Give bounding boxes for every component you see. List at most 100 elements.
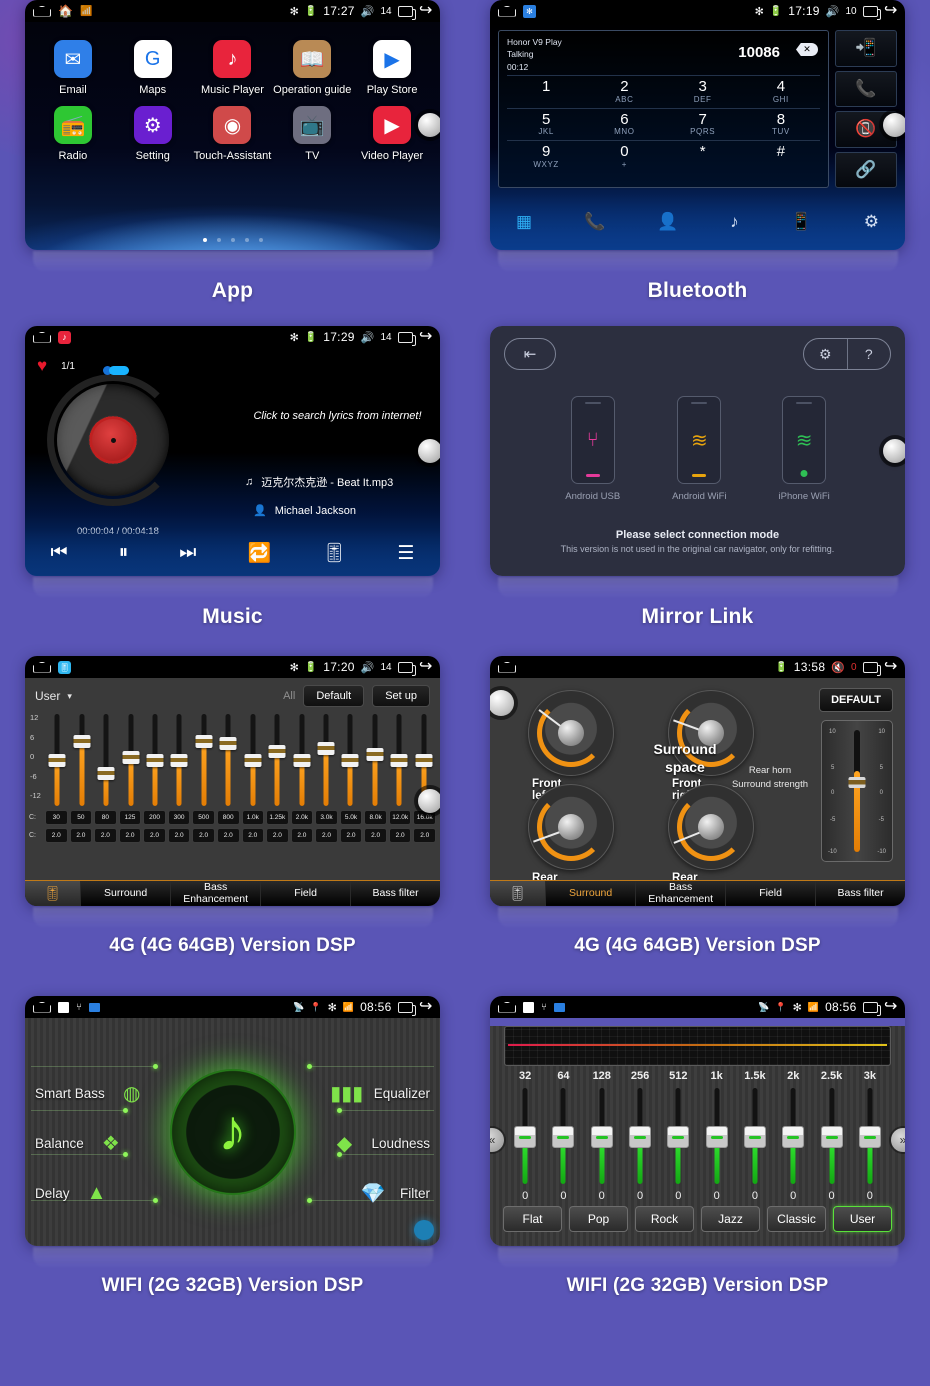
eq10-slider-64[interactable] xyxy=(544,1084,582,1190)
dialpad-key-0[interactable]: 0 + xyxy=(585,140,664,173)
dialpad-key-6[interactable]: 6 MNO xyxy=(585,107,664,141)
dialpad-key-9[interactable]: 9 WXYZ xyxy=(507,140,586,173)
tab-equalizer[interactable]: 🎚 xyxy=(25,881,82,906)
gain-chip[interactable]: 2.0 xyxy=(413,828,436,843)
screen-eq16[interactable]: 🎚 ✻ 🔋 17:20 🔊 14 ↩ User ▾ All Default Se… xyxy=(25,656,440,906)
page-dot[interactable] xyxy=(258,238,263,242)
eq-slider-5.0k[interactable] xyxy=(338,714,362,806)
eq10-slider-512[interactable] xyxy=(659,1084,697,1190)
eq-slider-1.25k[interactable] xyxy=(265,714,289,806)
back-icon[interactable]: ↩ xyxy=(884,998,897,1015)
preset-rock[interactable]: Rock xyxy=(635,1206,694,1232)
link-icon[interactable]: 🔗 xyxy=(835,151,897,188)
gain-chip[interactable]: 2.0 xyxy=(118,828,142,843)
frequency-chip[interactable]: 3.0k xyxy=(315,810,338,825)
eq-slider-12.0k[interactable] xyxy=(387,714,411,806)
tab-field[interactable]: Field xyxy=(261,881,352,906)
frequency-chip[interactable]: 80 xyxy=(94,810,117,825)
gain-chip[interactable]: 2.0 xyxy=(45,828,68,843)
gain-chip[interactable]: 2.0 xyxy=(192,828,215,843)
back-icon[interactable]: ↩ xyxy=(419,998,432,1015)
dialpad-key-1[interactable]: 1 xyxy=(507,74,586,108)
frequency-chip[interactable]: 30 xyxy=(45,810,68,825)
recents-icon[interactable] xyxy=(862,1001,881,1016)
eq-slider-30[interactable] xyxy=(45,714,69,806)
eq-slider-500[interactable] xyxy=(192,714,216,806)
next-button[interactable]: ⏭ xyxy=(179,542,196,564)
gain-chip[interactable]: 2.0 xyxy=(216,828,240,843)
dsp-item-delay[interactable]: Delay ▲ xyxy=(35,1178,114,1208)
recents-icon[interactable] xyxy=(397,1001,416,1016)
screen-bluetooth[interactable]: ✻ ✻ 🔋 17:19 🔊 10 ↩ Honor V9 Play Talking… xyxy=(490,0,905,250)
home-icon[interactable] xyxy=(33,5,51,17)
playlist-button[interactable]: ☰ xyxy=(397,542,414,565)
page-dot[interactable] xyxy=(216,238,221,242)
home-icon[interactable] xyxy=(33,661,51,673)
preset-selector[interactable]: User ▾ xyxy=(35,689,72,703)
sync-tab[interactable]: 📱 xyxy=(791,212,812,232)
frequency-chip[interactable]: 50 xyxy=(69,810,93,825)
dialpad-key-3[interactable]: 3 DEF xyxy=(663,74,742,108)
frequency-chip[interactable]: 5.0k xyxy=(339,810,363,825)
home-icon[interactable] xyxy=(498,5,516,17)
setup-button[interactable]: Set up xyxy=(372,685,430,707)
app-item-operation-guide[interactable]: 📖 Operation guide xyxy=(272,40,352,96)
home-icon[interactable] xyxy=(33,1001,51,1013)
app-item-touch-assistant[interactable]: ◉ Touch-Assistant xyxy=(193,106,273,162)
dsp-item-equalizer[interactable]: ▮▮▮ Equalizer xyxy=(330,1078,430,1108)
home-icon[interactable] xyxy=(498,661,516,673)
dsp-item-loudness[interactable]: ◆ Loudness xyxy=(327,1128,430,1158)
preset-classic[interactable]: Classic xyxy=(767,1206,826,1232)
contacts-tab[interactable]: 👤 xyxy=(657,212,678,232)
back-icon[interactable]: ↩ xyxy=(884,2,897,19)
dialpad-tab[interactable]: ▦ xyxy=(516,212,532,232)
frequency-chip[interactable]: 8.0k xyxy=(364,810,387,825)
mode-android-wifi[interactable]: ≋ Android WiFi xyxy=(672,396,727,502)
back-icon[interactable]: ↩ xyxy=(884,658,897,675)
dialpad-key-8[interactable]: 8 TUV xyxy=(741,107,820,141)
settings-tab[interactable]: ⚙ xyxy=(864,212,879,232)
previous-button[interactable]: ⏮ xyxy=(51,542,68,564)
gain-chip[interactable]: 2.0 xyxy=(69,828,93,843)
gain-chip[interactable]: 2.0 xyxy=(364,828,387,843)
dialpad-key-*[interactable]: * xyxy=(663,140,742,173)
dialpad-key-#[interactable]: # xyxy=(741,140,820,173)
eq-slider-200[interactable] xyxy=(143,714,167,806)
volume-knob[interactable] xyxy=(883,113,905,137)
eq-slider-125[interactable] xyxy=(118,714,142,806)
volume-knob[interactable] xyxy=(418,439,440,463)
dsp-item-smart-bass[interactable]: Smart Bass ◍ xyxy=(35,1078,149,1108)
exit-icon[interactable]: ⇤ xyxy=(504,338,556,370)
preset-pop[interactable]: Pop xyxy=(569,1206,628,1232)
app-item-email[interactable]: ✉ Email xyxy=(33,40,113,96)
repeat-button[interactable]: 🔁 xyxy=(247,541,271,565)
gain-chip[interactable]: 2.0 xyxy=(94,828,117,843)
recents-icon[interactable] xyxy=(862,5,881,20)
back-icon[interactable]: ↩ xyxy=(419,2,432,19)
frequency-chip[interactable]: 125 xyxy=(118,810,142,825)
app-item-tv[interactable]: 📺 TV xyxy=(272,106,352,162)
mode-iphone-wifi[interactable]: ≋ iPhone WiFi xyxy=(779,396,830,502)
tab-field[interactable]: Field xyxy=(726,881,817,906)
heart-icon[interactable]: ♥ xyxy=(37,356,47,376)
eq-slider-800[interactable] xyxy=(216,714,240,806)
eq10-slider-2.5k[interactable] xyxy=(812,1084,850,1190)
preset-jazz[interactable]: Jazz xyxy=(701,1206,760,1232)
tab-bass-enhancement[interactable]: Bass Enhancement xyxy=(171,881,262,906)
call-answer-icon[interactable]: 📞 xyxy=(835,70,897,107)
eq-slider-3.0k[interactable] xyxy=(314,714,338,806)
gear-icon[interactable]: ⚙ xyxy=(804,339,848,369)
frequency-chip[interactable]: 500 xyxy=(192,810,215,825)
eq-slider-300[interactable] xyxy=(167,714,191,806)
help-icon[interactable]: ? xyxy=(848,339,891,369)
eq-slider-8.0k[interactable] xyxy=(363,714,387,806)
tab-bass-enhancement[interactable]: Bass Enhancement xyxy=(636,881,727,906)
eq-slider-80[interactable] xyxy=(94,714,118,806)
page-dot[interactable] xyxy=(202,238,207,242)
frequency-chip[interactable]: 800 xyxy=(216,810,240,825)
lyrics-hint[interactable]: Click to search lyrics from internet! xyxy=(235,410,440,422)
tab-bass-filter[interactable]: Bass filter xyxy=(816,881,905,906)
gain-chip[interactable]: 2.0 xyxy=(290,828,314,843)
gain-chip[interactable]: 2.0 xyxy=(339,828,363,843)
call-log-tab[interactable]: 📞 xyxy=(584,212,605,232)
